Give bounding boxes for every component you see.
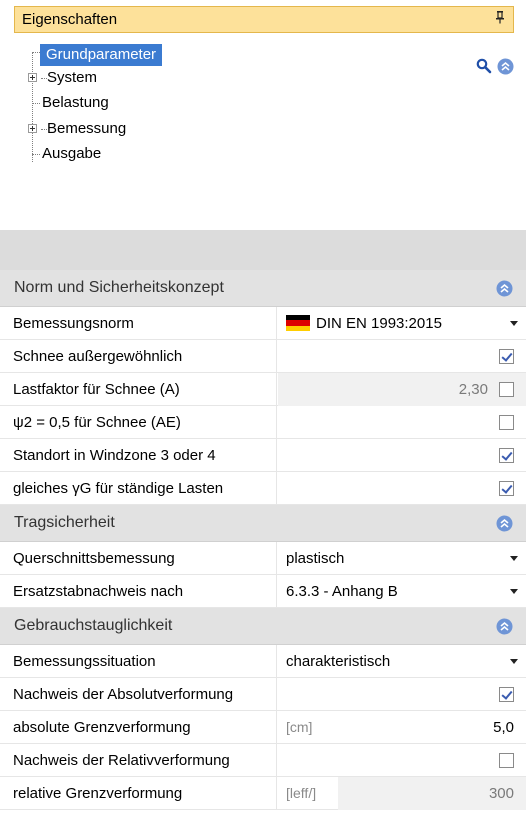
property-row: Nachweis der Absolutverformung (0, 678, 526, 711)
section-title: Gebrauchstauglichkeit (14, 617, 173, 634)
property-label: Bemessungssituation (13, 645, 277, 678)
property-label: absolute Grenzverformung (13, 711, 277, 744)
section-collapse-icon[interactable] (496, 618, 513, 635)
property-label: Nachweis der Absolutverformung (13, 678, 277, 711)
absolute-grenzverformung-field[interactable]: [cm] 5,0 (278, 711, 526, 744)
chevron-down-icon[interactable] (510, 589, 518, 594)
number-value: 5,0 (493, 719, 514, 736)
pin-icon[interactable] (495, 10, 505, 27)
property-row: Ersatzstabnachweis nach 6.3.3 - Anhang B (0, 575, 526, 608)
lastfaktor-checkbox[interactable] (499, 382, 514, 397)
tree-item-grundparameter[interactable]: Grundparameter (40, 44, 163, 66)
germany-flag-icon (286, 315, 310, 331)
navigation-tree: Grundparameter System Belastung Bemessun… (14, 40, 514, 190)
property-row: Standort in Windzone 3 oder 4 (0, 439, 526, 472)
property-row: relative Grenzverformung [leff/] 300 (0, 777, 526, 810)
property-row: Querschnittsbemessung plastisch (0, 542, 526, 575)
property-label: Nachweis der Relativverformung (13, 744, 277, 777)
property-label: ψ2 = 0,5 für Schnee (AE) (13, 406, 277, 439)
grid-spacer (0, 230, 526, 270)
property-row: Nachweis der Relativverformung (0, 744, 526, 777)
gleiches-gamma-checkbox[interactable] (499, 481, 514, 496)
property-row: absolute Grenzverformung [cm] 5,0 (0, 711, 526, 744)
property-label: Ersatzstabnachweis nach (13, 575, 277, 608)
chevron-down-icon[interactable] (510, 659, 518, 664)
property-label: Standort in Windzone 3 oder 4 (13, 439, 277, 472)
property-label: gleiches γG für ständige Lasten (13, 472, 277, 505)
dropdown-value: 6.3.3 - Anhang B (286, 583, 398, 600)
windzone-checkbox[interactable] (499, 448, 514, 463)
norm-dropdown[interactable]: DIN EN 1993:2015 (278, 307, 526, 340)
expand-bemessung-icon[interactable] (28, 124, 37, 133)
tree-item-ausgabe[interactable]: Ausgabe (42, 143, 101, 165)
chevron-down-icon[interactable] (510, 321, 518, 326)
section-gebrauchstauglichkeit[interactable]: Gebrauchstauglichkeit (0, 608, 526, 645)
property-label: relative Grenzverformung (13, 777, 277, 810)
unit-label: [leff/] (286, 785, 317, 801)
dropdown-value: plastisch (286, 550, 345, 567)
section-collapse-icon[interactable] (496, 515, 513, 532)
chevron-down-icon[interactable] (510, 556, 518, 561)
absolutverformung-checkbox[interactable] (499, 687, 514, 702)
tree-item-bemessung[interactable]: Bemessung (47, 118, 126, 140)
lastfaktor-value[interactable]: 2,30 (459, 373, 488, 406)
relative-grenzverformung-field[interactable]: [leff/] 300 (278, 777, 526, 810)
section-norm[interactable]: Norm und Sicherheitskonzept (0, 270, 526, 307)
norm-value: DIN EN 1993:2015 (316, 315, 442, 332)
property-row: Bemessungsnorm DIN EN 1993:2015 (0, 307, 526, 340)
expand-system-icon[interactable] (28, 73, 37, 82)
tree-item-system[interactable]: System (47, 67, 97, 89)
property-row: Bemessungssituation charakteristisch (0, 645, 526, 678)
property-label: Schnee außergewöhnlich (13, 340, 277, 373)
property-row: Schnee außergewöhnlich (0, 340, 526, 373)
unit-label: [cm] (286, 719, 313, 735)
section-tragsicherheit[interactable]: Tragsicherheit (0, 505, 526, 542)
schnee-aussergewoehnlich-checkbox[interactable] (499, 349, 514, 364)
property-row: Lastfaktor für Schnee (A) 2,30 (0, 373, 526, 406)
tree-item-belastung[interactable]: Belastung (42, 92, 109, 114)
collapse-all-icon[interactable] (497, 58, 514, 75)
bemessungssituation-dropdown[interactable]: charakteristisch (278, 645, 526, 678)
querschnitt-dropdown[interactable]: plastisch (278, 542, 526, 575)
ersatzstab-dropdown[interactable]: 6.3.3 - Anhang B (278, 575, 526, 608)
section-title: Tragsicherheit (14, 514, 115, 531)
psi2-checkbox[interactable] (499, 415, 514, 430)
search-icon[interactable] (476, 58, 492, 74)
property-label: Querschnittsbemessung (13, 542, 277, 575)
panel-title: Eigenschaften (22, 11, 118, 28)
number-value: 300 (338, 777, 526, 810)
relativverformung-checkbox[interactable] (499, 753, 514, 768)
properties-panel-header: Eigenschaften (14, 6, 514, 33)
property-label: Lastfaktor für Schnee (A) (13, 373, 277, 406)
dropdown-value: charakteristisch (286, 653, 391, 670)
section-collapse-icon[interactable] (496, 280, 513, 297)
property-label: Bemessungsnorm (13, 307, 277, 340)
section-title: Norm und Sicherheitskonzept (14, 279, 224, 296)
property-grid: Norm und Sicherheitskonzept Bemessungsno… (0, 230, 526, 810)
property-row: gleiches γG für ständige Lasten (0, 472, 526, 505)
property-row: ψ2 = 0,5 für Schnee (AE) (0, 406, 526, 439)
